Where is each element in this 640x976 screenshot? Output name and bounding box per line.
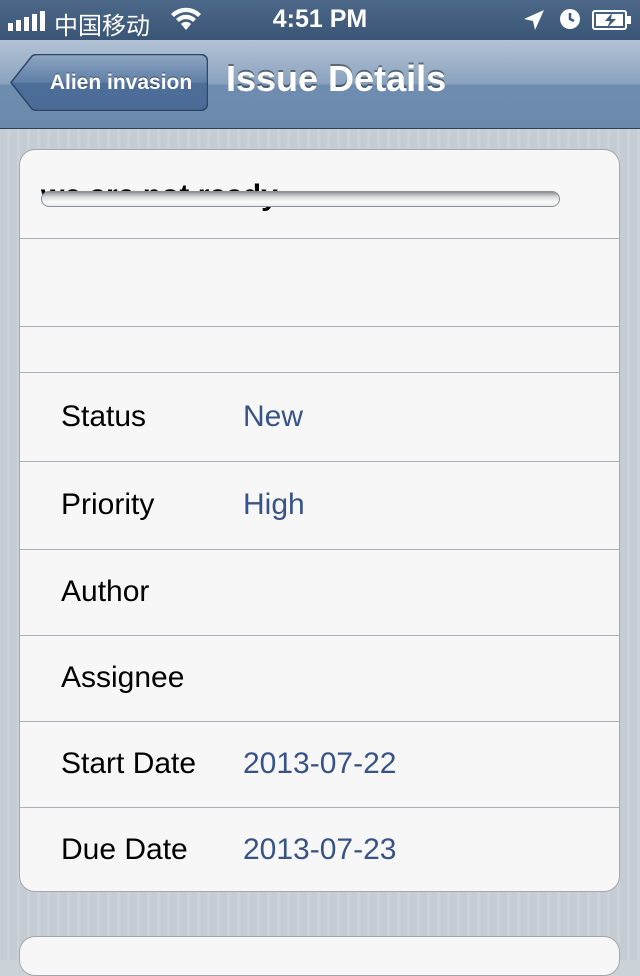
progress-bar xyxy=(41,191,560,207)
issue-details-card: we are not ready StatusNewPriorityHighAu… xyxy=(19,149,620,892)
field-row-start-date[interactable]: Start Date 2013-07-22 xyxy=(20,722,619,808)
back-button-label: Alien invasion xyxy=(49,71,193,94)
clock-icon xyxy=(560,9,580,29)
field-label: Author xyxy=(61,575,150,608)
field-row-due-date[interactable]: Due Date 2013-07-23 xyxy=(20,808,619,891)
page-title: Issue Details xyxy=(226,58,447,99)
field-value: 2013-07-22 xyxy=(243,747,397,780)
field-value: 2013-07-23 xyxy=(243,833,397,866)
issue-description-row[interactable] xyxy=(20,239,619,327)
progress-row xyxy=(20,327,619,373)
field-row-status[interactable]: Status New xyxy=(20,374,619,462)
back-button[interactable]: Alien invasion xyxy=(10,54,208,111)
field-label: Due Date xyxy=(61,833,188,866)
field-row-author[interactable]: Author xyxy=(20,550,619,636)
location-arrow-icon xyxy=(524,10,544,30)
field-row-priority[interactable]: Priority High xyxy=(20,462,619,550)
field-value: High xyxy=(243,488,305,521)
field-value: New xyxy=(243,400,304,433)
battery-charging-icon xyxy=(592,10,631,30)
next-section-card xyxy=(19,936,620,976)
field-label: Priority xyxy=(61,488,155,521)
field-label: Assignee xyxy=(61,661,185,694)
status-bar: 中国移动 4:51 PM xyxy=(0,0,640,40)
field-label: Start Date xyxy=(61,747,197,780)
field-row-assignee[interactable]: Assignee xyxy=(20,636,619,722)
navigation-bar: Alien invasion Issue Details xyxy=(0,40,640,129)
field-label: Status xyxy=(61,400,147,433)
